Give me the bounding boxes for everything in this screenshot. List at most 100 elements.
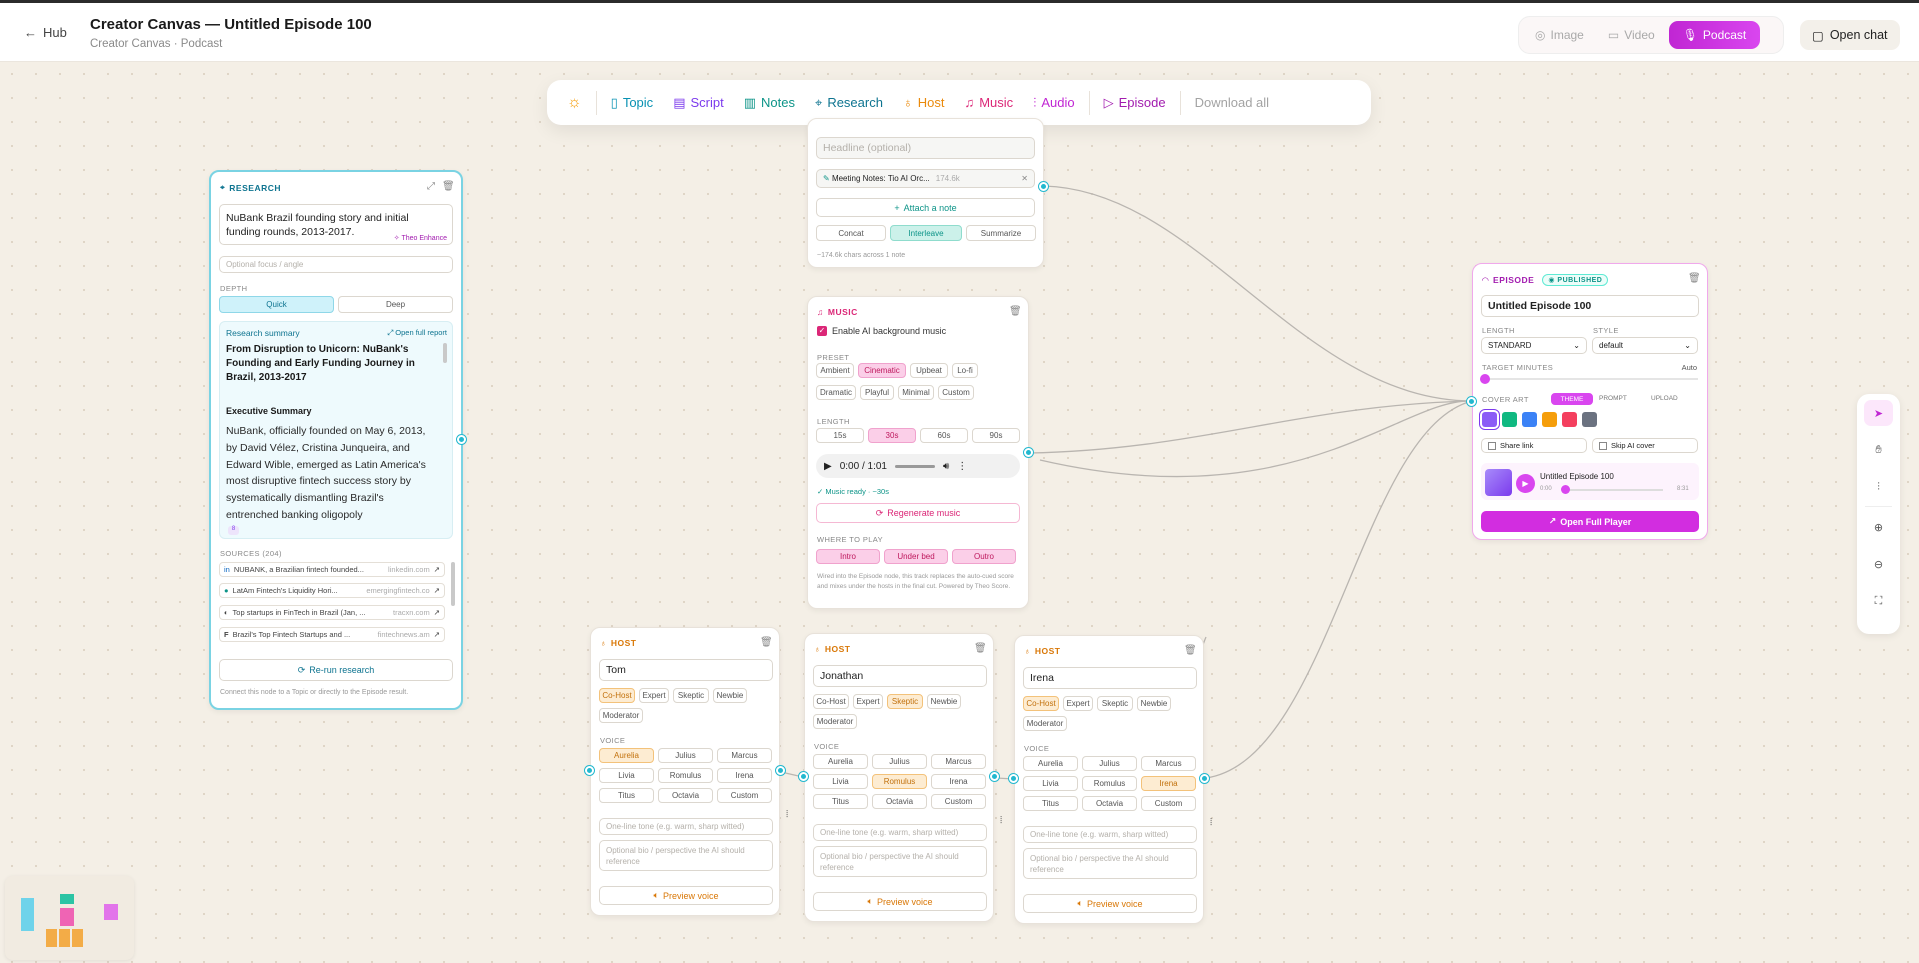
episode-title-input[interactable]: Untitled Episode 100	[1481, 295, 1699, 317]
voice-option[interactable]: Livia	[599, 768, 654, 783]
role-option[interactable]: Skeptic	[887, 694, 923, 709]
voice-option[interactable]: Custom	[1141, 796, 1196, 811]
volume-icon[interactable]: 🔊︎	[943, 461, 949, 472]
regenerate-music-button[interactable]: ⟳ Regenerate music	[816, 503, 1020, 523]
voice-option[interactable]: Romulus	[658, 768, 713, 783]
cover-swatch[interactable]	[1582, 412, 1597, 427]
fit-view-button[interactable]: ⛶	[1864, 588, 1893, 614]
cover-upload-tab[interactable]: UPLOAD	[1651, 395, 1678, 402]
host-input-port[interactable]	[1009, 774, 1018, 783]
expand-icon[interactable]: ⤢	[427, 181, 435, 192]
host-node[interactable]: ♁ HOST 🗑︎ Jonathan Co-Host Expert Skeptic New…	[804, 633, 994, 922]
voice-option[interactable]: Aurelia	[599, 748, 654, 763]
play-intro-option[interactable]: Intro	[816, 549, 880, 564]
episode-node[interactable]: ◠ EPISODE ◉ PUBLISHED 🗑︎ Untitled Episode …	[1472, 263, 1708, 540]
preset-dramatic[interactable]: Dramatic	[816, 385, 856, 400]
sources-scrollbar[interactable]	[451, 562, 455, 606]
role-option[interactable]: Co-Host	[1023, 696, 1059, 711]
host-input-port[interactable]	[585, 766, 594, 775]
play-button[interactable]: ▶	[1516, 474, 1535, 493]
voice-option[interactable]: Aurelia	[813, 754, 868, 769]
preset-cinematic[interactable]: Cinematic	[858, 363, 906, 378]
trash-icon[interactable]: 🗑︎	[1184, 645, 1197, 656]
role-option[interactable]: Co-Host	[599, 688, 635, 703]
more-icon[interactable]: ⋮	[957, 461, 967, 472]
voice-option[interactable]: Custom	[931, 794, 986, 809]
preset-custom[interactable]: Custom	[938, 385, 974, 400]
select-tool-button[interactable]: ➤	[1864, 400, 1893, 426]
preview-voice-button[interactable]: 🔈︎ Preview voice	[1023, 894, 1197, 913]
mode-podcast-tab[interactable]: 🎙︎ Podcast	[1668, 21, 1761, 49]
back-to-hub-button[interactable]: ← Hub	[24, 25, 67, 40]
voice-option[interactable]: Marcus	[931, 754, 986, 769]
role-option[interactable]: Skeptic	[1097, 696, 1133, 711]
preset-upbeat[interactable]: Upbeat	[910, 363, 948, 378]
add-research-button[interactable]: ⌖ Research	[807, 89, 891, 117]
add-music-button[interactable]: ♫ Music	[956, 89, 1021, 116]
voice-option[interactable]: Octavia	[872, 794, 927, 809]
preset-playful[interactable]: Playful	[860, 385, 894, 400]
rerun-research-button[interactable]: ⟳ Re-run research	[219, 659, 453, 681]
voice-option[interactable]: Irena	[1141, 776, 1196, 791]
skip-ai-cover-checkbox[interactable]: Skip AI cover	[1592, 438, 1698, 453]
mode-image-tab[interactable]: ◎ Image	[1525, 21, 1594, 49]
minimap[interactable]	[5, 876, 134, 960]
voice-option[interactable]: Livia	[1023, 776, 1078, 791]
voice-option[interactable]: Titus	[599, 788, 654, 803]
host-output-port[interactable]	[990, 772, 999, 781]
role-option[interactable]: Newbie	[1137, 696, 1171, 711]
voice-option[interactable]: Marcus	[1141, 756, 1196, 771]
mode-video-tab[interactable]: ▭ Video	[1598, 21, 1665, 49]
target-minutes-slider[interactable]	[1482, 378, 1698, 380]
host-name-input[interactable]: Tom	[599, 659, 773, 681]
source-item[interactable]: in NUBANK, a Brazilian fintech founded...…	[219, 562, 445, 577]
open-chat-button[interactable]: ▢ Open chat	[1800, 20, 1900, 50]
pan-tool-button[interactable]: ✋︎	[1864, 437, 1893, 463]
role-option[interactable]: Expert	[853, 694, 883, 709]
progress-bar[interactable]	[894, 464, 935, 468]
music-output-port[interactable]	[1024, 448, 1033, 457]
role-option[interactable]: Moderator	[1023, 716, 1067, 731]
role-option[interactable]: Moderator	[813, 714, 857, 729]
voice-option[interactable]: Octavia	[1082, 796, 1137, 811]
play-icon[interactable]: ▶	[824, 461, 832, 472]
length-select[interactable]: STANDARD ⌄	[1481, 337, 1587, 354]
mode-summarize-option[interactable]: Summarize	[966, 225, 1036, 241]
preview-voice-button[interactable]: 🔈︎ Preview voice	[813, 892, 987, 911]
attach-note-button[interactable]: + Attach a note	[816, 198, 1035, 217]
play-outro-option[interactable]: Outro	[952, 549, 1016, 564]
voice-option[interactable]: Aurelia	[1023, 756, 1078, 771]
cover-swatch[interactable]	[1502, 412, 1517, 427]
role-option[interactable]: Newbie	[713, 688, 747, 703]
trash-icon[interactable]: 🗑︎	[1688, 273, 1701, 284]
theme-toggle-button[interactable]: ☼	[559, 88, 590, 118]
voice-option[interactable]: Livia	[813, 774, 868, 789]
add-episode-button[interactable]: ▷ Episode	[1096, 89, 1174, 117]
voice-option[interactable]: Marcus	[717, 748, 772, 763]
length-30s[interactable]: 30s	[868, 428, 916, 443]
voice-option[interactable]: Octavia	[658, 788, 713, 803]
preset-ambient[interactable]: Ambient	[816, 363, 854, 378]
audio-tool-button[interactable]: ⫶	[1864, 474, 1893, 500]
host-input-port[interactable]	[799, 772, 808, 781]
zoom-in-button[interactable]: ⊕	[1864, 514, 1893, 540]
role-option[interactable]: Moderator	[599, 708, 643, 723]
role-option[interactable]: Skeptic	[673, 688, 709, 703]
voice-option[interactable]: Custom	[717, 788, 772, 803]
length-15s[interactable]: 15s	[816, 428, 864, 443]
preview-voice-button[interactable]: 🔈︎ Preview voice	[599, 886, 773, 905]
cover-swatch[interactable]	[1562, 412, 1577, 427]
cover-swatch[interactable]	[1482, 412, 1497, 427]
episode-input-port[interactable]	[1467, 397, 1476, 406]
zoom-out-button[interactable]: ⊖	[1864, 551, 1893, 577]
add-script-button[interactable]: ▤ Script	[665, 89, 732, 117]
host-node[interactable]: ♁ HOST 🗑︎ Irena Co-Host Expert Skeptic Newbie…	[1014, 635, 1204, 924]
drag-handle-icon[interactable]: ⦙	[786, 809, 788, 820]
cover-swatch[interactable]	[1522, 412, 1537, 427]
voice-option[interactable]: Titus	[1023, 796, 1078, 811]
bio-input[interactable]: Optional bio / perspective the AI should…	[1023, 848, 1197, 879]
cover-swatch[interactable]	[1542, 412, 1557, 427]
add-topic-button[interactable]: ▯ Topic	[603, 89, 662, 117]
source-item[interactable]: ● LatAm Fintech's Liquidity Hori... emergi…	[219, 583, 445, 598]
role-option[interactable]: Newbie	[927, 694, 961, 709]
